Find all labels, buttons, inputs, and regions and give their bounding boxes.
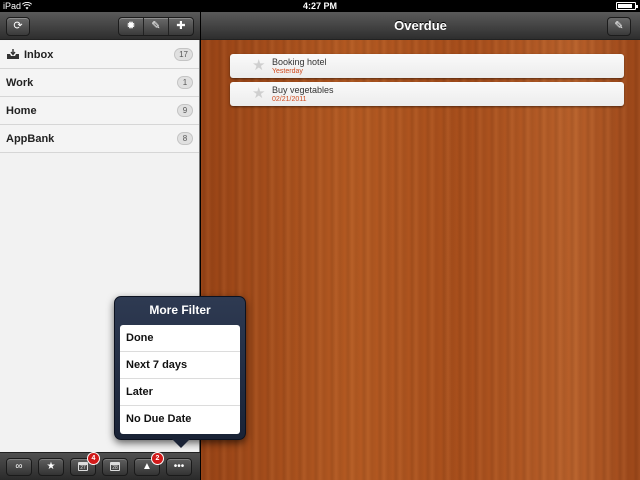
- list-item-label: AppBank: [6, 133, 55, 145]
- refresh-button[interactable]: ⟳: [6, 17, 30, 36]
- filter-option-next-7-days[interactable]: Next 7 days: [120, 352, 240, 379]
- edit-lists-button[interactable]: ✎: [144, 18, 169, 35]
- filter-toolbar: ∞ ★ 27 4 28 ▲ 2 •••: [0, 452, 200, 480]
- list-menu: Inbox 17 Work 1 Home 9 AppBank 8: [0, 41, 199, 153]
- overdue-count-badge: 2: [151, 452, 164, 465]
- settings-button[interactable]: ✹: [119, 18, 144, 35]
- calendar-tomorrow-icon: 28: [110, 462, 120, 471]
- filter-option-done[interactable]: Done: [120, 325, 240, 352]
- today-button[interactable]: 27 4: [70, 452, 100, 476]
- pencil-icon: ✎: [151, 20, 161, 32]
- all-tasks-button[interactable]: ∞: [6, 458, 32, 476]
- starred-button[interactable]: ★: [38, 458, 64, 476]
- inbox-icon: [7, 49, 19, 59]
- list-item-label: Inbox: [24, 49, 54, 61]
- list-item-work[interactable]: Work 1: [0, 69, 199, 97]
- star-icon[interactable]: ★: [252, 58, 265, 73]
- star-icon[interactable]: ★: [252, 86, 265, 101]
- main-navbar: Overdue ✎: [201, 12, 640, 40]
- list-item-label: Work: [6, 77, 34, 89]
- count-badge: 17: [174, 48, 193, 61]
- page-title: Overdue: [394, 18, 447, 33]
- warning-icon: ▲: [142, 461, 152, 472]
- task-name: Buy vegetables: [272, 85, 334, 95]
- count-badge: 9: [177, 104, 193, 117]
- status-bar: iPad 4:27 PM: [0, 0, 640, 12]
- sidebar-navbar: ⟳ ✹ ✎ ✚: [0, 12, 200, 40]
- task-row[interactable]: ★ Booking hotel Yesterday: [230, 54, 624, 78]
- count-badge: 1: [177, 76, 193, 89]
- more-filter-popover: More Filter Done Next 7 days Later No Du…: [114, 296, 246, 448]
- list-item-inbox[interactable]: Inbox 17: [0, 41, 199, 69]
- more-icon: •••: [173, 461, 185, 472]
- pencil-icon: ✎: [614, 20, 624, 32]
- list-item-appbank[interactable]: AppBank 8: [0, 125, 199, 153]
- sidebar-action-group: ✹ ✎ ✚: [118, 17, 194, 36]
- today-count-badge: 4: [87, 452, 100, 465]
- count-badge: 8: [177, 132, 193, 145]
- task-view: Overdue ✎ ★ Booking hotel Yesterday ★ Bu…: [201, 12, 640, 480]
- refresh-icon: ⟳: [13, 20, 23, 32]
- more-filter-button[interactable]: •••: [166, 458, 192, 476]
- task-due-date: Yesterday: [272, 68, 303, 75]
- plus-icon: ✚: [176, 20, 186, 32]
- gear-icon: ✹: [126, 20, 136, 32]
- filter-option-later[interactable]: Later: [120, 379, 240, 406]
- task-name: Booking hotel: [272, 57, 327, 67]
- tomorrow-button[interactable]: 28: [102, 458, 128, 476]
- popover-arrow: [172, 439, 190, 448]
- edit-button[interactable]: ✎: [607, 17, 631, 36]
- star-icon: ★: [46, 461, 56, 472]
- task-row[interactable]: ★ Buy vegetables 02/21/2011: [230, 82, 624, 106]
- clock: 4:27 PM: [302, 1, 337, 11]
- calendar-today-icon: 27: [78, 462, 88, 471]
- overdue-button[interactable]: ▲ 2: [134, 452, 164, 476]
- popover-title: More Filter: [149, 303, 211, 317]
- list-item-label: Home: [6, 105, 37, 117]
- battery-icon: [616, 2, 638, 10]
- add-list-button[interactable]: ✚: [169, 18, 193, 35]
- infinity-icon: ∞: [15, 461, 23, 472]
- filter-option-no-due-date[interactable]: No Due Date: [120, 406, 240, 433]
- filter-options: Done Next 7 days Later No Due Date: [120, 325, 240, 434]
- list-item-home[interactable]: Home 9: [0, 97, 199, 125]
- task-due-date: 02/21/2011: [272, 96, 307, 103]
